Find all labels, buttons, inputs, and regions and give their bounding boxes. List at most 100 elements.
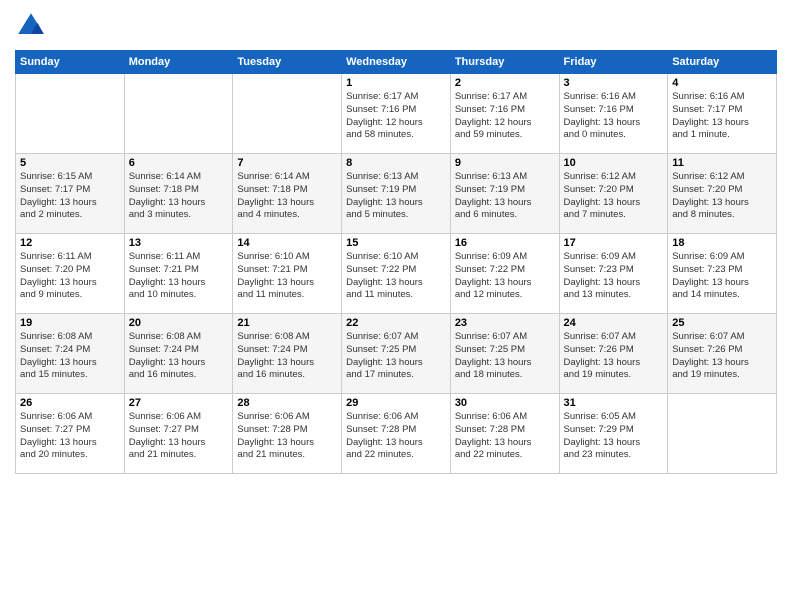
calendar-cell: 31 Sunrise: 6:05 AM Sunset: 7:29 PM Dayli… <box>559 394 668 474</box>
day-number: 23 <box>455 317 555 329</box>
calendar-cell: 4 Sunrise: 6:16 AM Sunset: 7:17 PM Daylig… <box>668 74 777 154</box>
calendar-cell <box>124 74 233 154</box>
calendar-cell: 11 Sunrise: 6:12 AM Sunset: 7:20 PM Dayli… <box>668 154 777 234</box>
calendar-cell: 6Sunrise: 6:14 AM Sunset: 7:18 PM Daylig… <box>124 154 233 234</box>
calendar-week-row: 1Sunrise: 6:17 AM Sunset: 7:16 PM Daylig… <box>16 74 777 154</box>
calendar-cell: 18 Sunrise: 6:09 AM Sunset: 7:23 PM Dayli… <box>668 234 777 314</box>
day-info: Sunrise: 6:06 AM Sunset: 7:28 PM Dayligh… <box>455 411 555 462</box>
day-info: Sunrise: 6:09 AM Sunset: 7:23 PM Dayligh… <box>564 251 664 302</box>
day-info: Sunrise: 6:07 AM Sunset: 7:25 PM Dayligh… <box>455 331 555 382</box>
day-info: Sunrise: 6:09 AM Sunset: 7:23 PM Dayligh… <box>672 251 772 302</box>
calendar-cell: 16 Sunrise: 6:09 AM Sunset: 7:22 PM Dayli… <box>450 234 559 314</box>
day-info: Sunrise: 6:10 AM Sunset: 7:21 PM Dayligh… <box>237 251 337 302</box>
weekday-header: Thursday <box>450 51 559 74</box>
day-number: 8 <box>346 157 446 169</box>
day-info: Sunrise: 6:16 AM Sunset: 7:17 PM Dayligh… <box>672 91 772 142</box>
calendar-cell <box>16 74 125 154</box>
logo-icon <box>15 10 47 42</box>
day-number: 17 <box>564 237 664 249</box>
day-number: 22 <box>346 317 446 329</box>
calendar-cell: 2Sunrise: 6:17 AM Sunset: 7:16 PM Daylig… <box>450 74 559 154</box>
day-info: Sunrise: 6:06 AM Sunset: 7:28 PM Dayligh… <box>237 411 337 462</box>
calendar-body: 1Sunrise: 6:17 AM Sunset: 7:16 PM Daylig… <box>16 74 777 474</box>
day-number: 19 <box>20 317 120 329</box>
day-info: Sunrise: 6:16 AM Sunset: 7:16 PM Dayligh… <box>564 91 664 142</box>
day-info: Sunrise: 6:07 AM Sunset: 7:26 PM Dayligh… <box>564 331 664 382</box>
day-number: 4 <box>672 77 772 89</box>
day-info: Sunrise: 6:05 AM Sunset: 7:29 PM Dayligh… <box>564 411 664 462</box>
calendar-cell: 20Sunrise: 6:08 AM Sunset: 7:24 PM Dayli… <box>124 314 233 394</box>
day-info: Sunrise: 6:17 AM Sunset: 7:16 PM Dayligh… <box>455 91 555 142</box>
calendar-cell: 7 Sunrise: 6:14 AM Sunset: 7:18 PM Daylig… <box>233 154 342 234</box>
day-number: 14 <box>237 237 337 249</box>
day-info: Sunrise: 6:06 AM Sunset: 7:27 PM Dayligh… <box>129 411 229 462</box>
calendar-cell: 10 Sunrise: 6:12 AM Sunset: 7:20 PM Dayli… <box>559 154 668 234</box>
calendar-cell: 3 Sunrise: 6:16 AM Sunset: 7:16 PM Daylig… <box>559 74 668 154</box>
day-number: 7 <box>237 157 337 169</box>
day-number: 27 <box>129 397 229 409</box>
day-number: 11 <box>672 157 772 169</box>
day-info: Sunrise: 6:14 AM Sunset: 7:18 PM Dayligh… <box>129 171 229 222</box>
calendar-header: SundayMondayTuesdayWednesdayThursdayFrid… <box>16 51 777 74</box>
day-info: Sunrise: 6:10 AM Sunset: 7:22 PM Dayligh… <box>346 251 446 302</box>
calendar-cell: 27 Sunrise: 6:06 AM Sunset: 7:27 PM Dayli… <box>124 394 233 474</box>
day-number: 12 <box>20 237 120 249</box>
day-info: Sunrise: 6:17 AM Sunset: 7:16 PM Dayligh… <box>346 91 446 142</box>
day-number: 30 <box>455 397 555 409</box>
day-number: 5 <box>20 157 120 169</box>
day-number: 16 <box>455 237 555 249</box>
weekday-header: Tuesday <box>233 51 342 74</box>
calendar-cell: 29 Sunrise: 6:06 AM Sunset: 7:28 PM Dayli… <box>342 394 451 474</box>
day-number: 10 <box>564 157 664 169</box>
day-info: Sunrise: 6:14 AM Sunset: 7:18 PM Dayligh… <box>237 171 337 222</box>
calendar-cell: 5 Sunrise: 6:15 AM Sunset: 7:17 PM Daylig… <box>16 154 125 234</box>
weekday-header: Friday <box>559 51 668 74</box>
day-info: Sunrise: 6:11 AM Sunset: 7:21 PM Dayligh… <box>129 251 229 302</box>
calendar-cell: 30 Sunrise: 6:06 AM Sunset: 7:28 PM Dayli… <box>450 394 559 474</box>
day-info: Sunrise: 6:06 AM Sunset: 7:27 PM Dayligh… <box>20 411 120 462</box>
day-number: 18 <box>672 237 772 249</box>
calendar-cell: 15 Sunrise: 6:10 AM Sunset: 7:22 PM Dayli… <box>342 234 451 314</box>
calendar-cell: 1Sunrise: 6:17 AM Sunset: 7:16 PM Daylig… <box>342 74 451 154</box>
calendar-cell: 14 Sunrise: 6:10 AM Sunset: 7:21 PM Dayli… <box>233 234 342 314</box>
calendar-week-row: 26Sunrise: 6:06 AM Sunset: 7:27 PM Dayli… <box>16 394 777 474</box>
day-number: 9 <box>455 157 555 169</box>
calendar-cell <box>668 394 777 474</box>
day-number: 20 <box>129 317 229 329</box>
weekday-row: SundayMondayTuesdayWednesdayThursdayFrid… <box>16 51 777 74</box>
calendar-cell: 23 Sunrise: 6:07 AM Sunset: 7:25 PM Dayli… <box>450 314 559 394</box>
day-number: 25 <box>672 317 772 329</box>
weekday-header: Wednesday <box>342 51 451 74</box>
day-info: Sunrise: 6:06 AM Sunset: 7:28 PM Dayligh… <box>346 411 446 462</box>
day-number: 3 <box>564 77 664 89</box>
day-info: Sunrise: 6:09 AM Sunset: 7:22 PM Dayligh… <box>455 251 555 302</box>
day-number: 21 <box>237 317 337 329</box>
day-info: Sunrise: 6:12 AM Sunset: 7:20 PM Dayligh… <box>564 171 664 222</box>
weekday-header: Saturday <box>668 51 777 74</box>
weekday-header: Monday <box>124 51 233 74</box>
day-info: Sunrise: 6:08 AM Sunset: 7:24 PM Dayligh… <box>237 331 337 382</box>
day-number: 28 <box>237 397 337 409</box>
calendar-cell: 17 Sunrise: 6:09 AM Sunset: 7:23 PM Dayli… <box>559 234 668 314</box>
calendar: SundayMondayTuesdayWednesdayThursdayFrid… <box>15 50 777 474</box>
calendar-week-row: 19 Sunrise: 6:08 AM Sunset: 7:24 PM Dayli… <box>16 314 777 394</box>
calendar-cell: 9 Sunrise: 6:13 AM Sunset: 7:19 PM Daylig… <box>450 154 559 234</box>
day-number: 15 <box>346 237 446 249</box>
day-info: Sunrise: 6:07 AM Sunset: 7:25 PM Dayligh… <box>346 331 446 382</box>
day-info: Sunrise: 6:15 AM Sunset: 7:17 PM Dayligh… <box>20 171 120 222</box>
calendar-cell: 22 Sunrise: 6:07 AM Sunset: 7:25 PM Dayli… <box>342 314 451 394</box>
day-number: 13 <box>129 237 229 249</box>
day-info: Sunrise: 6:13 AM Sunset: 7:19 PM Dayligh… <box>455 171 555 222</box>
day-info: Sunrise: 6:13 AM Sunset: 7:19 PM Dayligh… <box>346 171 446 222</box>
day-number: 31 <box>564 397 664 409</box>
calendar-cell: 12Sunrise: 6:11 AM Sunset: 7:20 PM Dayli… <box>16 234 125 314</box>
calendar-cell: 8 Sunrise: 6:13 AM Sunset: 7:19 PM Daylig… <box>342 154 451 234</box>
calendar-cell: 26Sunrise: 6:06 AM Sunset: 7:27 PM Dayli… <box>16 394 125 474</box>
day-info: Sunrise: 6:07 AM Sunset: 7:26 PM Dayligh… <box>672 331 772 382</box>
weekday-header: Sunday <box>16 51 125 74</box>
day-info: Sunrise: 6:12 AM Sunset: 7:20 PM Dayligh… <box>672 171 772 222</box>
page: SundayMondayTuesdayWednesdayThursdayFrid… <box>0 0 792 612</box>
calendar-cell: 21 Sunrise: 6:08 AM Sunset: 7:24 PM Dayli… <box>233 314 342 394</box>
day-number: 29 <box>346 397 446 409</box>
header <box>15 10 777 42</box>
